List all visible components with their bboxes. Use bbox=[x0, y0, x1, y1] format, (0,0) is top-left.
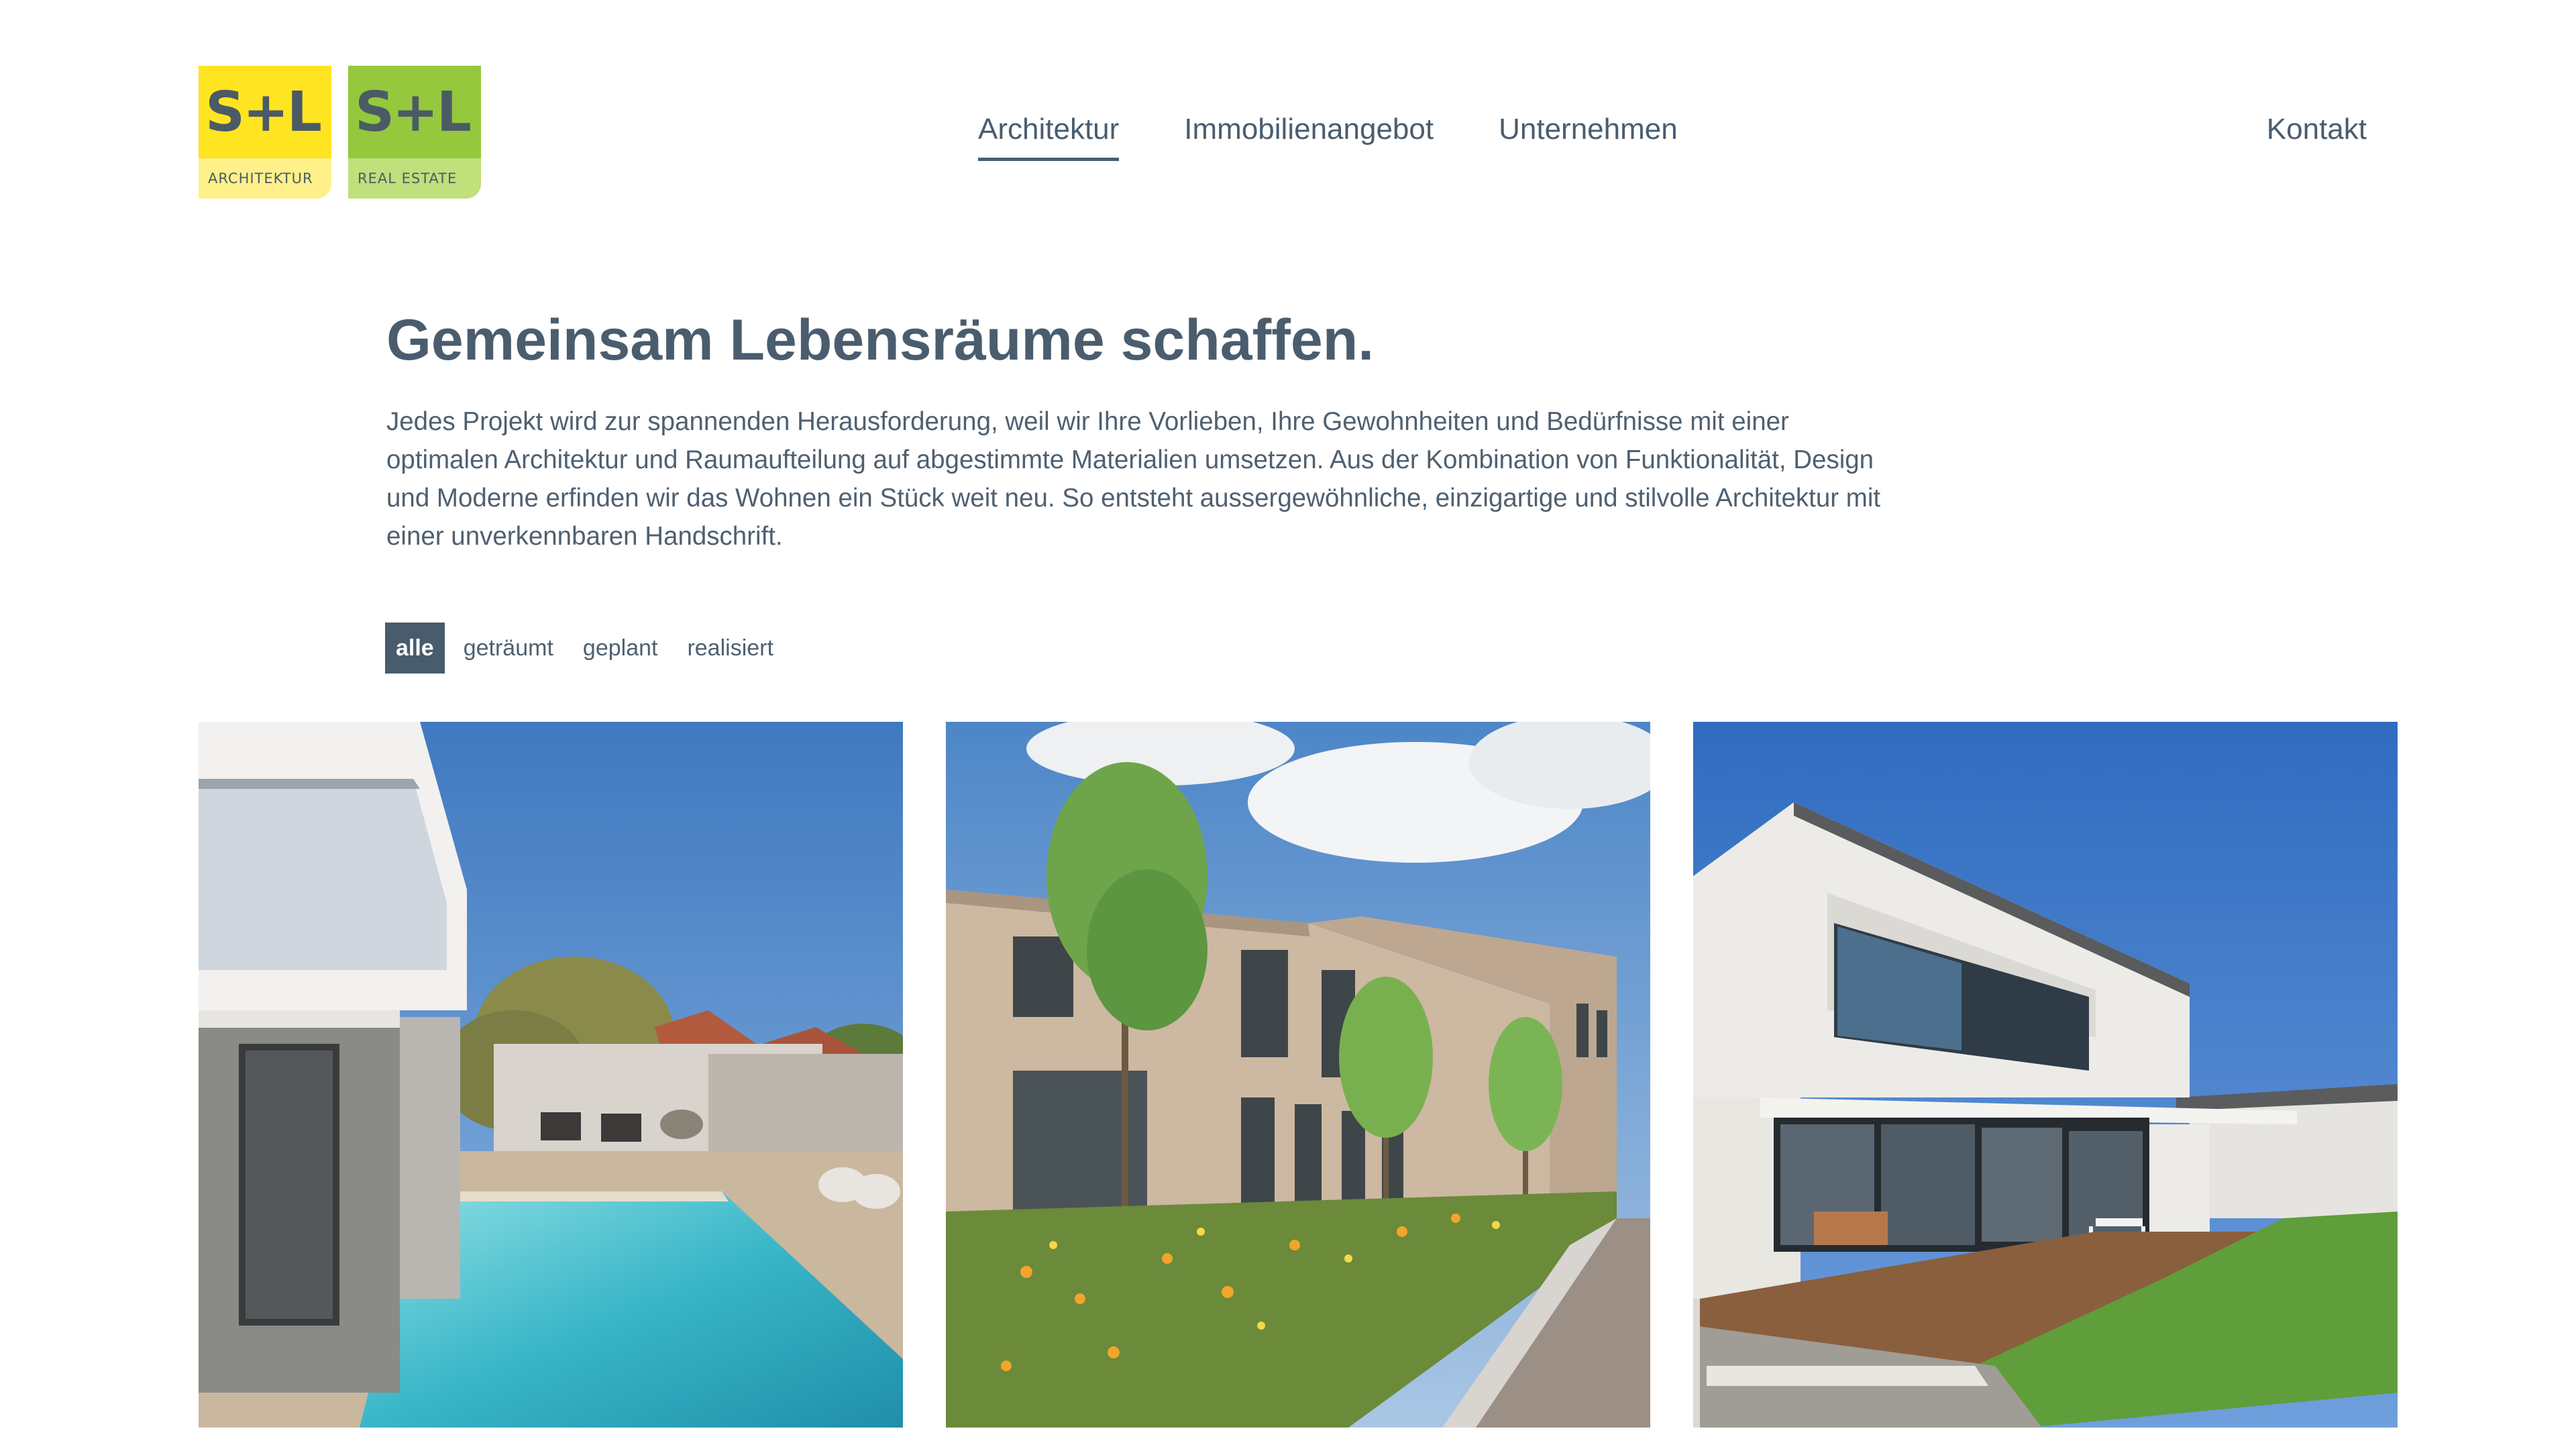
logo-real-estate[interactable]: S+L REAL ESTATE bbox=[348, 66, 481, 199]
filter-alle[interactable]: alle bbox=[385, 623, 445, 674]
project-filter-bar: alle geträumt geplant realisiert bbox=[385, 623, 792, 674]
filter-getraeumt[interactable]: geträumt bbox=[453, 623, 564, 674]
project-card-modern-house[interactable] bbox=[1693, 722, 2398, 1428]
page-title: Gemeinsam Lebensräume schaffen. bbox=[386, 308, 1375, 372]
project-image-pool-house bbox=[199, 722, 903, 1428]
logo-real-estate-mark: S+L bbox=[348, 66, 481, 158]
nav-item-architektur[interactable]: Architektur bbox=[978, 113, 1120, 161]
project-card-apartment-building[interactable] bbox=[946, 722, 1650, 1428]
logo-architektur-subtitle: ARCHITEKTUR bbox=[199, 158, 331, 199]
intro-text: Jedes Projekt wird zur spannenden Heraus… bbox=[386, 407, 1881, 551]
filter-geplant[interactable]: geplant bbox=[572, 623, 669, 674]
logo-architektur[interactable]: S+L ARCHITEKTUR bbox=[199, 66, 331, 199]
logo-real-estate-subtitle: REAL ESTATE bbox=[348, 158, 481, 199]
filter-realisiert[interactable]: realisiert bbox=[676, 623, 784, 674]
nav-item-unternehmen[interactable]: Unternehmen bbox=[1499, 113, 1678, 161]
project-gallery bbox=[199, 722, 2398, 1428]
nav-item-immobilienangebot[interactable]: Immobilienangebot bbox=[1184, 113, 1434, 161]
project-card-pool-house[interactable] bbox=[199, 722, 903, 1428]
logo-group[interactable]: S+L ARCHITEKTUR S+L REAL ESTATE bbox=[199, 66, 481, 199]
nav-item-kontakt[interactable]: Kontakt bbox=[2267, 113, 2367, 146]
logo-architektur-mark: S+L bbox=[199, 66, 331, 158]
main-nav: Architektur Immobilienangebot Unternehme… bbox=[978, 113, 1743, 161]
project-image-apartment-building bbox=[946, 722, 1650, 1428]
project-image-modern-house bbox=[1693, 722, 2398, 1428]
